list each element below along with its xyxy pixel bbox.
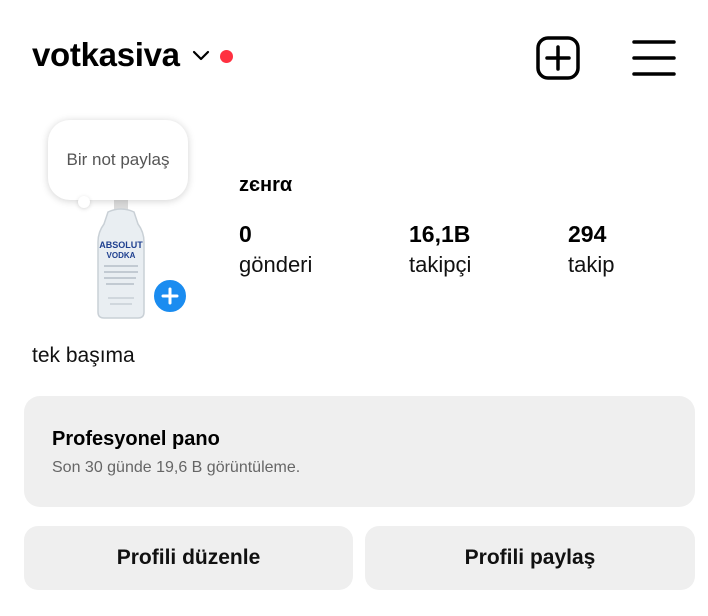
note-bubble-tail xyxy=(78,196,90,208)
stat-following-label: takip xyxy=(568,252,615,277)
display-name: zєнrα xyxy=(239,174,293,196)
stat-posts-label: gönderi xyxy=(239,252,313,277)
dashboard-title: Profesyonel pano xyxy=(52,428,220,450)
stat-following-count: 294 xyxy=(568,221,607,247)
plus-icon xyxy=(161,287,179,305)
stat-followers[interactable]: 16,1B takipçi xyxy=(409,220,471,282)
plus-square-icon[interactable] xyxy=(534,34,582,82)
note-bubble[interactable]: Bir not paylaş xyxy=(48,120,188,200)
share-profile-button[interactable]: Profili paylaş xyxy=(365,526,695,590)
chevron-down-icon[interactable] xyxy=(192,49,210,67)
svg-text:ABSOLUT: ABSOLUT xyxy=(99,240,143,250)
dashboard-subtitle: Son 30 günde 19,6 B görüntüleme. xyxy=(52,459,301,476)
stat-posts[interactable]: 0 gönderi xyxy=(239,220,312,282)
edit-profile-label: Profili düzenle xyxy=(116,546,261,569)
bio-text: tek başıma xyxy=(32,344,135,367)
stat-posts-count: 0 xyxy=(239,221,252,247)
stat-followers-label: takipçi xyxy=(409,252,472,277)
svg-text:VODKA: VODKA xyxy=(107,251,136,260)
note-prompt: Bir not paylaş xyxy=(66,150,170,169)
account-switcher[interactable]: votkasiva xyxy=(32,36,233,74)
hamburger-menu-icon[interactable] xyxy=(630,34,678,82)
profile-header: votkasiva xyxy=(0,0,708,110)
add-story-button[interactable] xyxy=(151,277,189,315)
share-profile-label: Profili paylaş xyxy=(464,546,596,569)
stat-following[interactable]: 294 takip xyxy=(568,220,614,282)
username[interactable]: votkasiva xyxy=(32,36,180,74)
edit-profile-button[interactable]: Profili düzenle xyxy=(24,526,353,590)
notification-dot xyxy=(219,49,233,63)
stat-followers-count: 16,1B xyxy=(409,221,471,247)
professional-dashboard-card[interactable]: Profesyonel pano Son 30 günde 19,6 B gör… xyxy=(24,396,695,507)
